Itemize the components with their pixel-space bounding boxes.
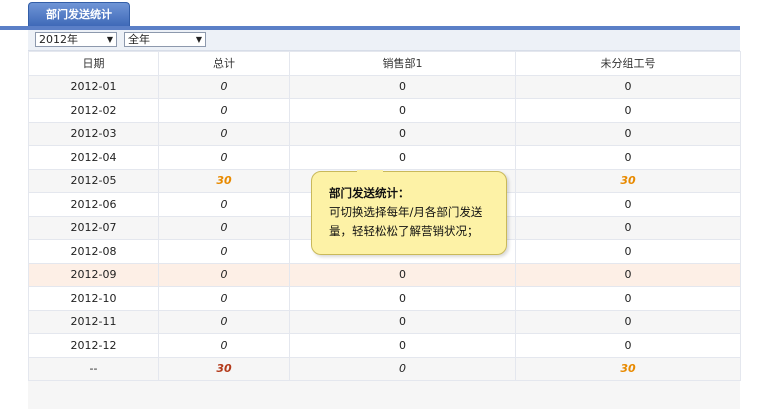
cell-total: 0 [158,145,290,170]
col-header-ungrouped: 未分组工号 [515,51,741,76]
cell-sales1: 0 [289,121,516,146]
cell-ungrouped: 0 [515,333,741,358]
cell-ungrouped: 0 [515,215,741,240]
range-select-value: 全年 [128,33,150,46]
chevron-down-icon: ▼ [106,35,113,44]
col-header-date: 日期 [28,51,159,76]
cell-date: 2012-09 [28,262,159,287]
cell-date: 2012-12 [28,333,159,358]
year-select-value: 2012年 [39,33,78,46]
table-header-row: 日期 总计 销售部1 未分组工号 [28,51,741,76]
cell-sales1: 0 [289,145,516,170]
year-select[interactable]: 2012年 ▼ [35,32,117,47]
cell-date: 2012-05 [28,168,159,193]
table-row: 2012-12 0 0 0 [28,333,741,358]
tooltip-line-2: 量，轻轻松松了解营销状况； [329,224,479,238]
cell-date: -- [28,356,159,381]
cell-total: 30 [158,168,290,193]
cell-sales1: 0 [289,262,516,287]
cell-total: 0 [158,309,290,334]
cell-date: 2012-07 [28,215,159,240]
cell-date: 2012-04 [28,145,159,170]
cell-date: 2012-02 [28,98,159,123]
tooltip-title: 部门发送统计： [329,186,410,200]
cell-total: 0 [158,239,290,264]
cell-total: 0 [158,121,290,146]
table-footer [28,381,740,409]
table-row: 2012-04 0 0 0 [28,145,741,170]
cell-total: 0 [158,215,290,240]
cell-date: 2012-08 [28,239,159,264]
cell-total: 0 [158,192,290,217]
cell-ungrouped: 0 [515,98,741,123]
table-row: 2012-11 0 0 0 [28,309,741,334]
cell-date: 2012-11 [28,309,159,334]
cell-ungrouped: 0 [515,309,741,334]
cell-ungrouped: 0 [515,145,741,170]
cell-sales1: 0 [289,333,516,358]
filter-bar: 2012年 ▼ 全年 ▼ [28,30,740,51]
table-row: 2012-03 0 0 0 [28,121,741,146]
cell-total: 0 [158,98,290,123]
cell-total: 30 [158,356,290,381]
cell-date: 2012-06 [28,192,159,217]
table-total-row: -- 30 0 30 [28,356,741,381]
table-row: 2012-02 0 0 0 [28,98,741,123]
cell-sales1: 0 [289,98,516,123]
tab-bar: 部门发送统计 [0,0,740,30]
cell-sales1: 0 [289,309,516,334]
col-header-total: 总计 [158,51,290,76]
tooltip-pointer-join [357,170,383,173]
chevron-down-icon: ▼ [195,35,202,44]
table-row: 2012-01 0 0 0 [28,74,741,99]
table-row: 2012-10 0 0 0 [28,286,741,311]
tab-department-stats[interactable]: 部门发送统计 [28,2,130,26]
range-select[interactable]: 全年 ▼ [124,32,206,47]
cell-date: 2012-03 [28,121,159,146]
cell-ungrouped: 0 [515,121,741,146]
cell-total: 0 [158,74,290,99]
cell-total: 0 [158,262,290,287]
cell-ungrouped: 0 [515,286,741,311]
cell-ungrouped: 30 [515,168,741,193]
cell-date: 2012-01 [28,74,159,99]
tooltip-line-1: 可切换选择每年/月各部门发送 [329,205,483,219]
cell-ungrouped: 0 [515,192,741,217]
cell-ungrouped: 30 [515,356,741,381]
cell-ungrouped: 0 [515,262,741,287]
cell-ungrouped: 0 [515,239,741,264]
cell-sales1: 0 [289,356,516,381]
cell-sales1: 0 [289,286,516,311]
cell-ungrouped: 0 [515,74,741,99]
table-row-highlighted[interactable]: 2012-09 0 0 0 [28,262,741,287]
cell-date: 2012-10 [28,286,159,311]
cell-total: 0 [158,286,290,311]
feature-tooltip: 部门发送统计： 可切换选择每年/月各部门发送 量，轻轻松松了解营销状况； [311,171,507,255]
col-header-sales1: 销售部1 [289,51,516,76]
cell-sales1: 0 [289,74,516,99]
cell-total: 0 [158,333,290,358]
